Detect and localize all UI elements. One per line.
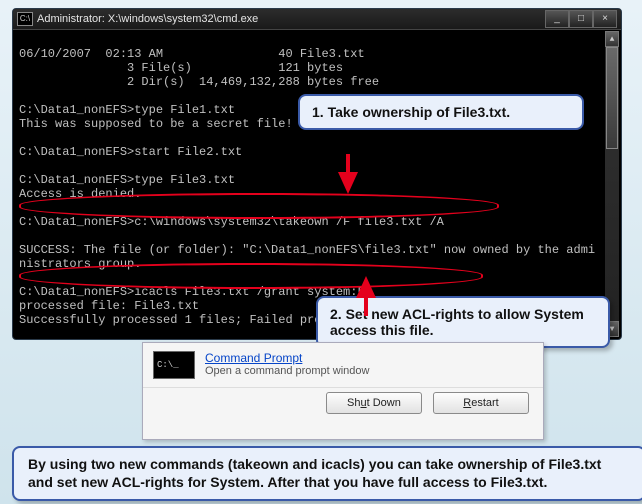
callout-2-text: 2. Set new ACL-rights to allow System ac… [330, 306, 584, 338]
command-prompt-panel: C:\_ Command Prompt Open a command promp… [142, 342, 544, 440]
callout-1-text: 1. Take ownership of File3.txt. [312, 104, 510, 120]
terminal-output: 06/10/2007 02:13 AM 40 File3.txt 3 File(… [13, 30, 621, 340]
command-prompt-desc: Open a command prompt window [205, 365, 369, 377]
output-line: C:\Data1_nonEFS>type File1.txt [19, 103, 235, 117]
output-line: SUCCESS: The file (or folder): "C:\Data1… [19, 243, 595, 271]
command-prompt-text: Command Prompt Open a command prompt win… [205, 351, 369, 377]
output-line: processed file: File3.txt [19, 299, 199, 313]
output-line: 2 Dir(s) 14,469,132,288 bytes free [19, 75, 379, 89]
command-prompt-item[interactable]: C:\_ Command Prompt Open a command promp… [143, 343, 543, 387]
arrow-2-icon [356, 276, 376, 298]
explanation-box: By using two new commands (takeown and i… [12, 446, 642, 501]
output-line: C:\Data1_nonEFS>type File3.txt [19, 173, 235, 187]
explanation-text: By using two new commands (takeown and i… [28, 456, 601, 490]
window-buttons: _ □ × [545, 10, 617, 28]
command-prompt-icon: C:\_ [153, 351, 195, 379]
output-line: C:\Data1_nonEFS>start File2.txt [19, 145, 242, 159]
command-prompt-link[interactable]: Command Prompt [205, 351, 369, 365]
callout-1: 1. Take ownership of File3.txt. [298, 94, 584, 130]
minimize-button[interactable]: _ [545, 10, 569, 28]
output-line: Access is denied. [19, 187, 141, 201]
cmd-window: C:\ Administrator: X:\windows\system32\c… [12, 8, 622, 340]
window-title: Administrator: X:\windows\system32\cmd.e… [37, 9, 258, 29]
output-line: C:\Data1_nonEFS>c:\windows\system32\take… [19, 215, 444, 229]
output-line: 06/10/2007 02:13 AM 40 File3.txt [19, 47, 365, 61]
arrow-1-icon [338, 172, 358, 194]
shutdown-button[interactable]: Shut Down [326, 392, 422, 414]
output-line: C:\Data1_nonEFS>icacls File3.txt /grant … [19, 285, 365, 299]
restart-button[interactable]: Restart [433, 392, 529, 414]
maximize-button[interactable]: □ [569, 10, 593, 28]
titlebar[interactable]: C:\ Administrator: X:\windows\system32\c… [13, 9, 621, 30]
output-line: 3 File(s) 121 bytes [19, 61, 343, 75]
cmd-icon: C:\ [17, 12, 33, 26]
output-line: This was supposed to be a secret file! [19, 117, 293, 131]
close-button[interactable]: × [593, 10, 617, 28]
callout-2: 2. Set new ACL-rights to allow System ac… [316, 296, 610, 348]
button-row: Shut Down Restart [143, 387, 543, 414]
